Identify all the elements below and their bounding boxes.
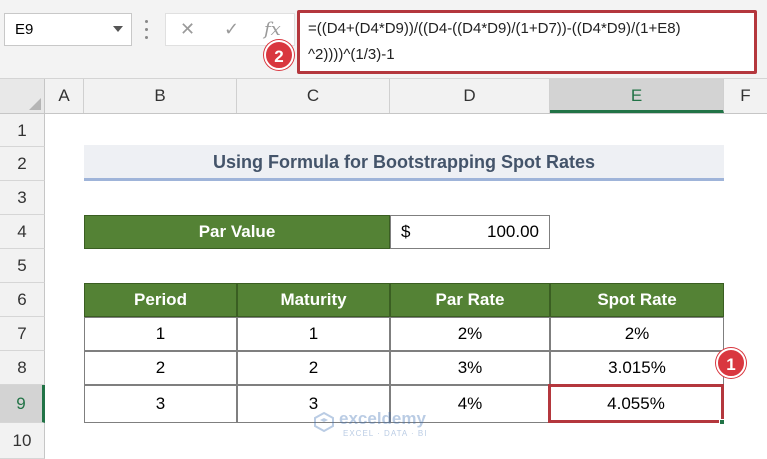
row-header-5[interactable]: 5 <box>0 249 45 283</box>
table-cell-period[interactable]: 1 <box>84 317 237 351</box>
select-all-button[interactable] <box>0 79 45 113</box>
table-cell-period[interactable]: 3 <box>84 385 237 423</box>
column-header-d[interactable]: D <box>390 79 550 113</box>
row-header-1[interactable]: 1 <box>0 114 45 147</box>
par-value-cell[interactable]: $ 100.00 <box>390 215 550 249</box>
row-header-7[interactable]: 7 <box>0 317 45 351</box>
formula-line-1: =((D4+(D4*D9))/((D4-((D4*D9)/(1+D7))-((D… <box>308 20 681 37</box>
table-cell-spot-rate[interactable]: 2% <box>550 317 724 351</box>
table-cell-par-rate[interactable]: 3% <box>390 351 550 385</box>
currency-symbol: $ <box>401 222 411 241</box>
table-cell-maturity[interactable]: 2 <box>237 351 390 385</box>
name-box-value: E9 <box>15 21 34 38</box>
par-value-amount: 100.00 <box>487 222 539 241</box>
par-value-label[interactable]: Par Value <box>84 215 390 249</box>
row-header-3[interactable]: 3 <box>0 181 45 215</box>
table-header-maturity[interactable]: Maturity <box>237 283 390 317</box>
row-header-9[interactable]: 9 <box>0 385 45 423</box>
column-header-a[interactable]: A <box>45 79 84 113</box>
marker-badge-2: 2 <box>264 40 294 70</box>
marker-badge-1: 1 <box>716 348 746 378</box>
column-header-f[interactable]: F <box>724 79 767 113</box>
table-header-period[interactable]: Period <box>84 283 237 317</box>
watermark-name: exceldemy <box>339 409 426 428</box>
table-cell-spot-rate[interactable]: 3.015% <box>550 351 724 385</box>
row-header-10[interactable]: 10 <box>0 423 45 459</box>
insert-function-icon[interactable]: fx <box>264 19 281 40</box>
column-header-bar: A B C D E F <box>0 79 767 114</box>
selected-cell-e9[interactable]: 4.055% <box>548 384 724 423</box>
column-header-e[interactable]: E <box>550 79 724 113</box>
drag-handle-icon[interactable] <box>145 20 148 42</box>
watermark-tagline: EXCEL · DATA · BI <box>343 429 428 438</box>
row-header-2[interactable]: 2 <box>0 147 45 181</box>
check-icon[interactable]: ✓ <box>224 19 239 40</box>
table-header-par-rate[interactable]: Par Rate <box>390 283 550 317</box>
table-cell-par-rate[interactable]: 2% <box>390 317 550 351</box>
formula-input[interactable]: =((D4+(D4*D9))/((D4-((D4*D9)/(1+D7))-((D… <box>297 10 757 74</box>
exceldemy-logo-icon <box>314 411 334 433</box>
formula-line-2: ^2))))^(1/3)-1 <box>308 46 395 63</box>
sheet-title: Using Formula for Bootstrapping Spot Rat… <box>84 145 724 181</box>
name-box[interactable]: E9 <box>4 13 132 46</box>
table-header-spot-rate[interactable]: Spot Rate <box>550 283 724 317</box>
fill-handle[interactable] <box>719 419 725 425</box>
cancel-icon[interactable]: ✕ <box>180 19 195 40</box>
table-cell-maturity[interactable]: 1 <box>237 317 390 351</box>
column-header-b[interactable]: B <box>84 79 237 113</box>
row-header-6[interactable]: 6 <box>0 283 45 317</box>
row-header-4[interactable]: 4 <box>0 215 45 249</box>
row-header-8[interactable]: 8 <box>0 351 45 385</box>
column-header-c[interactable]: C <box>237 79 390 113</box>
formula-bar-area: E9 ✕ ✓ fx =((D4+(D4*D9))/((D4-((D4*D9)/(… <box>0 0 767 79</box>
table-cell-period[interactable]: 2 <box>84 351 237 385</box>
chevron-down-icon[interactable] <box>113 26 123 32</box>
